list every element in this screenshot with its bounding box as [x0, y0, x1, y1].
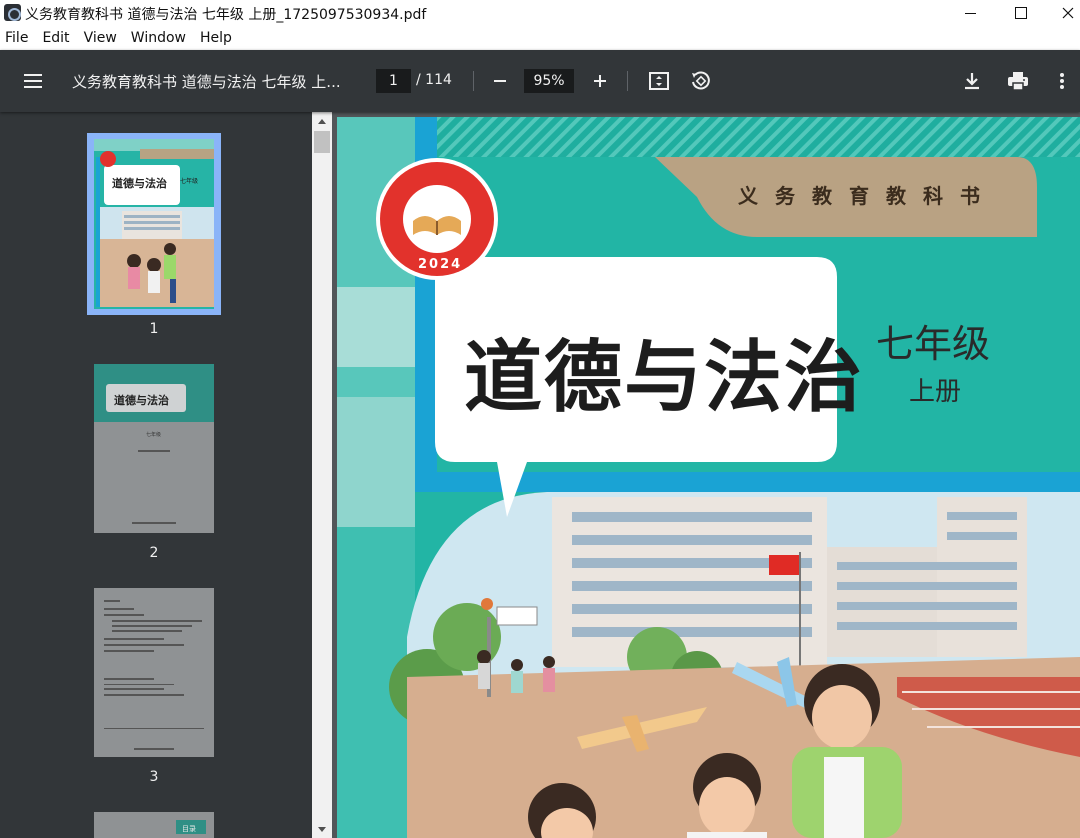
- print-icon[interactable]: [1004, 67, 1032, 95]
- thumbnail-page-2[interactable]: 道德与法治 七年级: [94, 364, 214, 533]
- menu-file[interactable]: File: [2, 30, 35, 46]
- thumbnail-page-4[interactable]: 目录: [94, 812, 214, 838]
- page-number-input[interactable]: 1: [376, 69, 411, 93]
- thumbnail-sidebar: 道德与法治 七年级 1 道德与法治 七年级 2 3 目录: [0, 112, 312, 838]
- cover-series: 义务教育教科书: [738, 184, 997, 208]
- zoom-out-icon[interactable]: [486, 67, 514, 95]
- pdf-toolbar: 义务教育教科书 道德与法治 七年级 上... 1 / 114 95%: [0, 50, 1080, 112]
- cover-volume: 上册: [909, 377, 962, 407]
- zoom-input[interactable]: 95%: [524, 69, 574, 93]
- menu-edit[interactable]: Edit: [39, 30, 76, 46]
- minimize-button[interactable]: [947, 0, 993, 26]
- thumbnail-page-image: 目录: [94, 812, 214, 838]
- thumbnail-label: 2: [149, 545, 159, 561]
- cover-title: 道德与法治: [464, 332, 865, 423]
- document-viewer[interactable]: 义务教育教科书 道德与法治 七年级 上册 2024: [332, 112, 1080, 838]
- thumbnail-label: 3: [149, 769, 159, 785]
- toolbar-divider: [473, 71, 474, 91]
- thumbnail-cover-grade: 七年级: [180, 177, 198, 185]
- menu-view[interactable]: View: [81, 30, 124, 46]
- pdf-page-1: 义务教育教科书 道德与法治 七年级 上册 2024: [337, 117, 1080, 838]
- download-icon[interactable]: [958, 67, 986, 95]
- menu-help[interactable]: Help: [197, 30, 239, 46]
- menu-bar: File Edit View Window Help: [0, 26, 1080, 50]
- thumbnail-page-4-title: 目录: [182, 825, 196, 833]
- close-button[interactable]: [1045, 0, 1080, 26]
- seal-year: 2024: [418, 257, 463, 272]
- fit-page-icon[interactable]: [645, 67, 673, 95]
- menu-window[interactable]: Window: [128, 30, 193, 46]
- zoom-in-icon[interactable]: [586, 67, 614, 95]
- thumbnail-label: 1: [149, 321, 159, 337]
- rotate-icon[interactable]: [686, 67, 714, 95]
- maximize-button[interactable]: [998, 0, 1044, 26]
- thumbnail-cover-image: 道德与法治 七年级: [94, 139, 214, 309]
- cover-grade: 七年级: [876, 322, 991, 366]
- sidebar-scrollbar[interactable]: [312, 112, 332, 838]
- scroll-down-arrow[interactable]: [312, 820, 332, 838]
- cover-artwork: [337, 117, 1080, 838]
- toolbar-divider: [627, 71, 628, 91]
- document-title: 义务教育教科书 道德与法治 七年级 上...: [72, 73, 341, 91]
- close-icon: [1062, 7, 1074, 19]
- page-total: / 114: [416, 72, 452, 88]
- more-icon[interactable]: [1048, 67, 1076, 95]
- thumbnail-cover-title: 道德与法治: [112, 176, 167, 190]
- thumbnail-page-3[interactable]: [94, 588, 214, 757]
- scroll-up-arrow[interactable]: [312, 112, 332, 130]
- thumbnail-page-2-grade: 七年级: [146, 431, 161, 438]
- window-title: 义务教育教科书 道德与法治 七年级 上册_1725097530934.pdf: [25, 7, 427, 23]
- app-icon: [4, 4, 21, 21]
- thumbnail-page-image: [94, 588, 214, 757]
- thumbnail-page-image: 道德与法治 七年级: [94, 364, 214, 533]
- menu-icon[interactable]: [20, 69, 46, 93]
- thumbnail-page-2-title: 道德与法治: [114, 393, 169, 407]
- thumbnail-page-1[interactable]: 道德与法治 七年级: [94, 139, 214, 309]
- scrollbar-thumb[interactable]: [314, 131, 330, 153]
- title-bar: 义务教育教科书 道德与法治 七年级 上册_1725097530934.pdf: [0, 0, 1080, 26]
